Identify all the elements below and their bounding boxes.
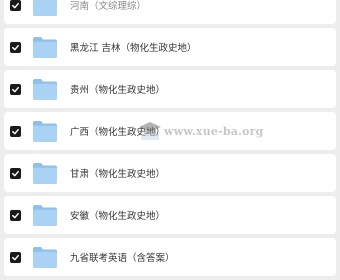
checkbox[interactable] [10, 0, 21, 11]
folder-row[interactable]: 九省联考英语（含答案） [4, 238, 336, 276]
folder-icon [33, 205, 57, 226]
folder-name: 黑龙江 吉林（物化生政史地） [70, 43, 197, 54]
folder-icon [33, 163, 57, 184]
graduation-cap-icon [139, 122, 161, 140]
folder-name: 安徽（物化生政史地） [70, 211, 166, 222]
check-icon [12, 128, 19, 134]
checkbox[interactable] [10, 167, 21, 179]
check-icon [12, 44, 19, 50]
folder-row[interactable]: 河南（文综理综） [4, 0, 336, 24]
folder-row[interactable]: 安徽（物化生政史地） [4, 196, 336, 234]
folder-icon [33, 37, 57, 58]
check-icon [12, 86, 19, 92]
folder-icon [33, 79, 57, 100]
check-icon [12, 170, 19, 176]
check-icon [12, 2, 19, 8]
checkbox[interactable] [10, 209, 21, 221]
checkbox[interactable] [10, 125, 21, 137]
folder-name: 河南（文综理综） [70, 1, 147, 12]
checkbox[interactable] [10, 41, 21, 53]
folder-row[interactable]: 贵州（物化生政史地） [4, 70, 336, 108]
check-icon [12, 212, 19, 218]
watermark: www.xue-ba.org [138, 120, 264, 142]
folder-row[interactable]: 黑龙江 吉林（物化生政史地） [4, 28, 336, 66]
folder-icon [33, 0, 57, 16]
checkbox[interactable] [10, 83, 21, 95]
check-icon [12, 254, 19, 260]
folder-row[interactable]: 甘肃（物化生政史地） [4, 154, 336, 192]
folder-name: 贵州（物化生政史地） [70, 85, 166, 96]
watermark-text: www.xue-ba.org [164, 124, 264, 138]
folder-icon [33, 121, 57, 142]
folder-name: 甘肃（物化生政史地） [70, 169, 166, 180]
checkbox[interactable] [10, 251, 21, 263]
folder-name: 九省联考英语（含答案） [70, 253, 175, 264]
folder-icon [33, 247, 57, 268]
